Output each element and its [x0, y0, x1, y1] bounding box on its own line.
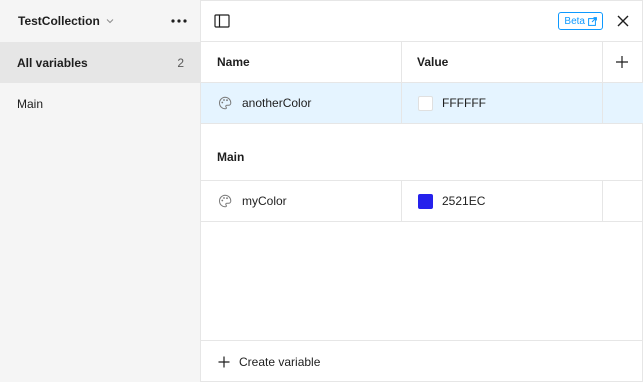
column-divider: [602, 83, 603, 123]
column-header-name: Name: [217, 55, 250, 69]
table-header: Name Value: [201, 42, 643, 83]
collection-selector[interactable]: TestCollection: [18, 14, 115, 28]
variable-value-cell[interactable]: FFFFFF: [418, 83, 486, 123]
variable-value-cell[interactable]: 2521EC: [418, 181, 485, 221]
variable-name-cell[interactable]: anotherColor: [218, 83, 311, 123]
add-column-icon[interactable]: [614, 54, 630, 70]
variable-count: 2: [177, 55, 184, 70]
plus-icon: [218, 356, 230, 367]
close-icon[interactable]: [615, 13, 631, 29]
column-divider: [401, 83, 402, 123]
chevron-down-icon: [106, 19, 114, 24]
external-link-icon: [588, 16, 597, 26]
beta-badge[interactable]: Beta: [558, 12, 603, 30]
create-variable-label: Create variable: [239, 354, 321, 369]
create-variable-button[interactable]: Create variable: [201, 340, 643, 382]
group-heading: Main: [217, 150, 245, 164]
sidebar-item-label: Main: [17, 96, 44, 111]
sidebar-toggle-icon[interactable]: [213, 12, 231, 30]
color-variable-icon: [219, 96, 232, 110]
table-row[interactable]: myColor 2521EC: [201, 180, 643, 222]
sidebar: TestCollection All variables 2 Main: [0, 0, 201, 382]
beta-label: Beta: [564, 15, 585, 27]
color-swatch[interactable]: [418, 95, 433, 111]
column-header-value: Value: [417, 55, 449, 69]
more-options-icon[interactable]: [170, 13, 188, 29]
toolbar: Beta: [201, 0, 643, 42]
variable-name: myColor: [242, 194, 287, 208]
variable-name-cell[interactable]: myColor: [218, 181, 287, 221]
variable-value: FFFFFF: [442, 96, 486, 110]
sidebar-item-main[interactable]: Main: [0, 83, 200, 124]
collection-name: TestCollection: [18, 14, 100, 28]
color-variable-icon: [219, 194, 232, 208]
table-row[interactable]: anotherColor FFFFFF: [201, 83, 643, 124]
column-divider: [401, 42, 402, 82]
column-divider: [401, 181, 402, 221]
column-divider: [602, 42, 603, 82]
column-divider: [602, 181, 603, 221]
variable-name: anotherColor: [242, 96, 312, 110]
variable-value: 2521EC: [442, 194, 486, 208]
color-swatch[interactable]: [418, 193, 433, 209]
sidebar-item-all-variables[interactable]: All variables 2: [0, 42, 200, 83]
sidebar-header: TestCollection: [0, 0, 200, 42]
sidebar-item-label: All variables: [17, 55, 88, 70]
